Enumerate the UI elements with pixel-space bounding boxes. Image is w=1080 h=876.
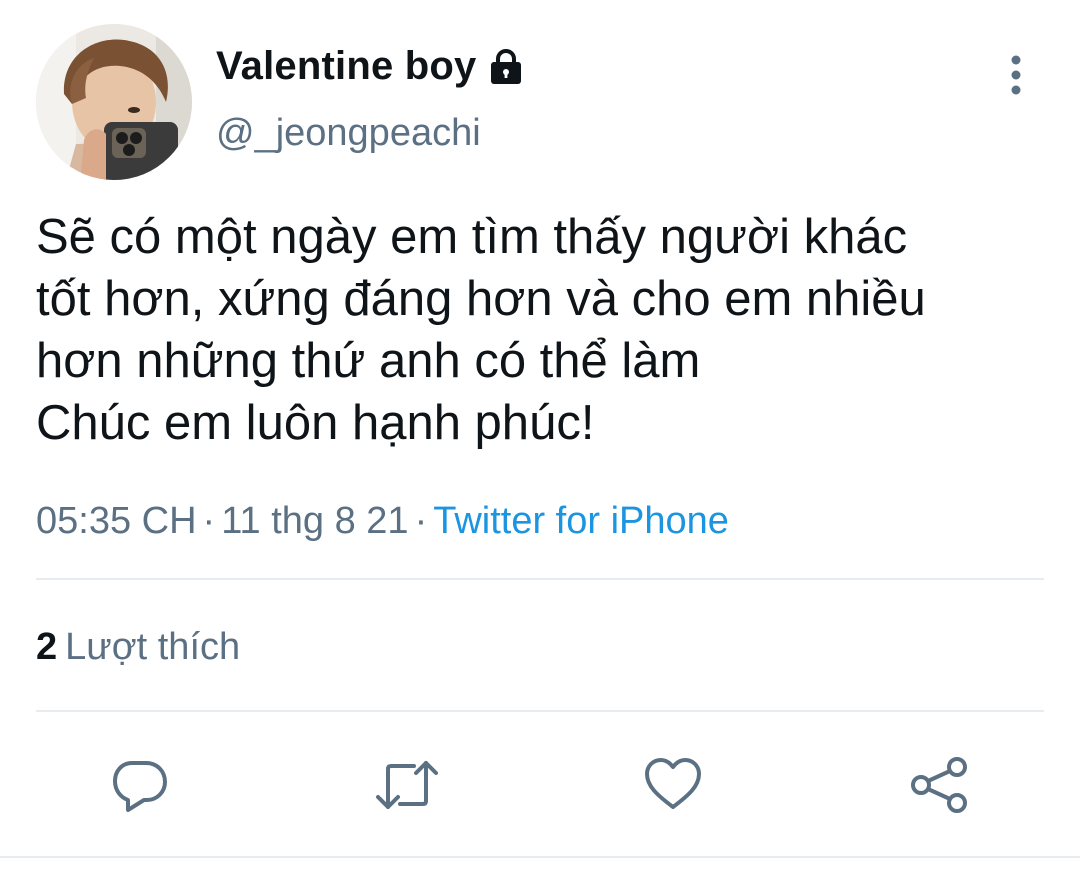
user-handle[interactable]: @_jeongpeachi: [216, 112, 481, 155]
tweet-source-link[interactable]: Twitter for iPhone: [433, 500, 729, 542]
tweet-date[interactable]: 11 thg 8 21: [221, 500, 408, 542]
reply-button[interactable]: [107, 752, 173, 818]
meta-separator: ·: [414, 500, 428, 542]
display-name[interactable]: Valentine boy: [216, 44, 476, 89]
lock-icon: [486, 47, 526, 87]
tweet-text-line: tốt hơn, xứng đáng hơn và cho em nhiều: [36, 272, 926, 326]
share-icon: [911, 757, 967, 813]
heart-icon: [645, 758, 701, 809]
user-name-row[interactable]: Valentine boy: [216, 44, 526, 89]
more-options-button[interactable]: [996, 50, 1036, 100]
tweet-detail: Valentine boy @_jeongpeachi Sẽ có một ng…: [0, 0, 1080, 876]
tweet-text-line: Chúc em luôn hạnh phúc!: [36, 396, 595, 450]
likes-label: Lượt thích: [65, 626, 241, 668]
retweet-icon: [376, 761, 438, 809]
divider: [36, 578, 1044, 580]
likes-stat[interactable]: 2 Lượt thích: [36, 626, 240, 669]
meta-separator: ·: [202, 500, 216, 542]
tweet-time[interactable]: 05:35 CH: [36, 500, 197, 542]
tweet-text-line: Sẽ có một ngày em tìm thấy người khác: [36, 210, 908, 264]
more-vertical-icon: [1011, 55, 1021, 95]
tweet-meta: 05:35 CH · 11 thg 8 21 · Twitter for iPhone: [36, 500, 729, 543]
likes-count: 2: [36, 626, 58, 668]
tweet-text-line: hơn những thứ anh có thể làm: [36, 334, 701, 388]
share-button[interactable]: [906, 752, 972, 818]
divider: [0, 856, 1080, 858]
avatar[interactable]: [36, 24, 192, 180]
reply-icon: [113, 761, 167, 812]
tweet-text: Sẽ có một ngày em tìm thấy người khác tố…: [36, 206, 1046, 454]
like-button[interactable]: [640, 752, 706, 818]
divider: [36, 710, 1044, 712]
retweet-button[interactable]: [374, 752, 440, 818]
avatar-photo: [36, 24, 192, 180]
